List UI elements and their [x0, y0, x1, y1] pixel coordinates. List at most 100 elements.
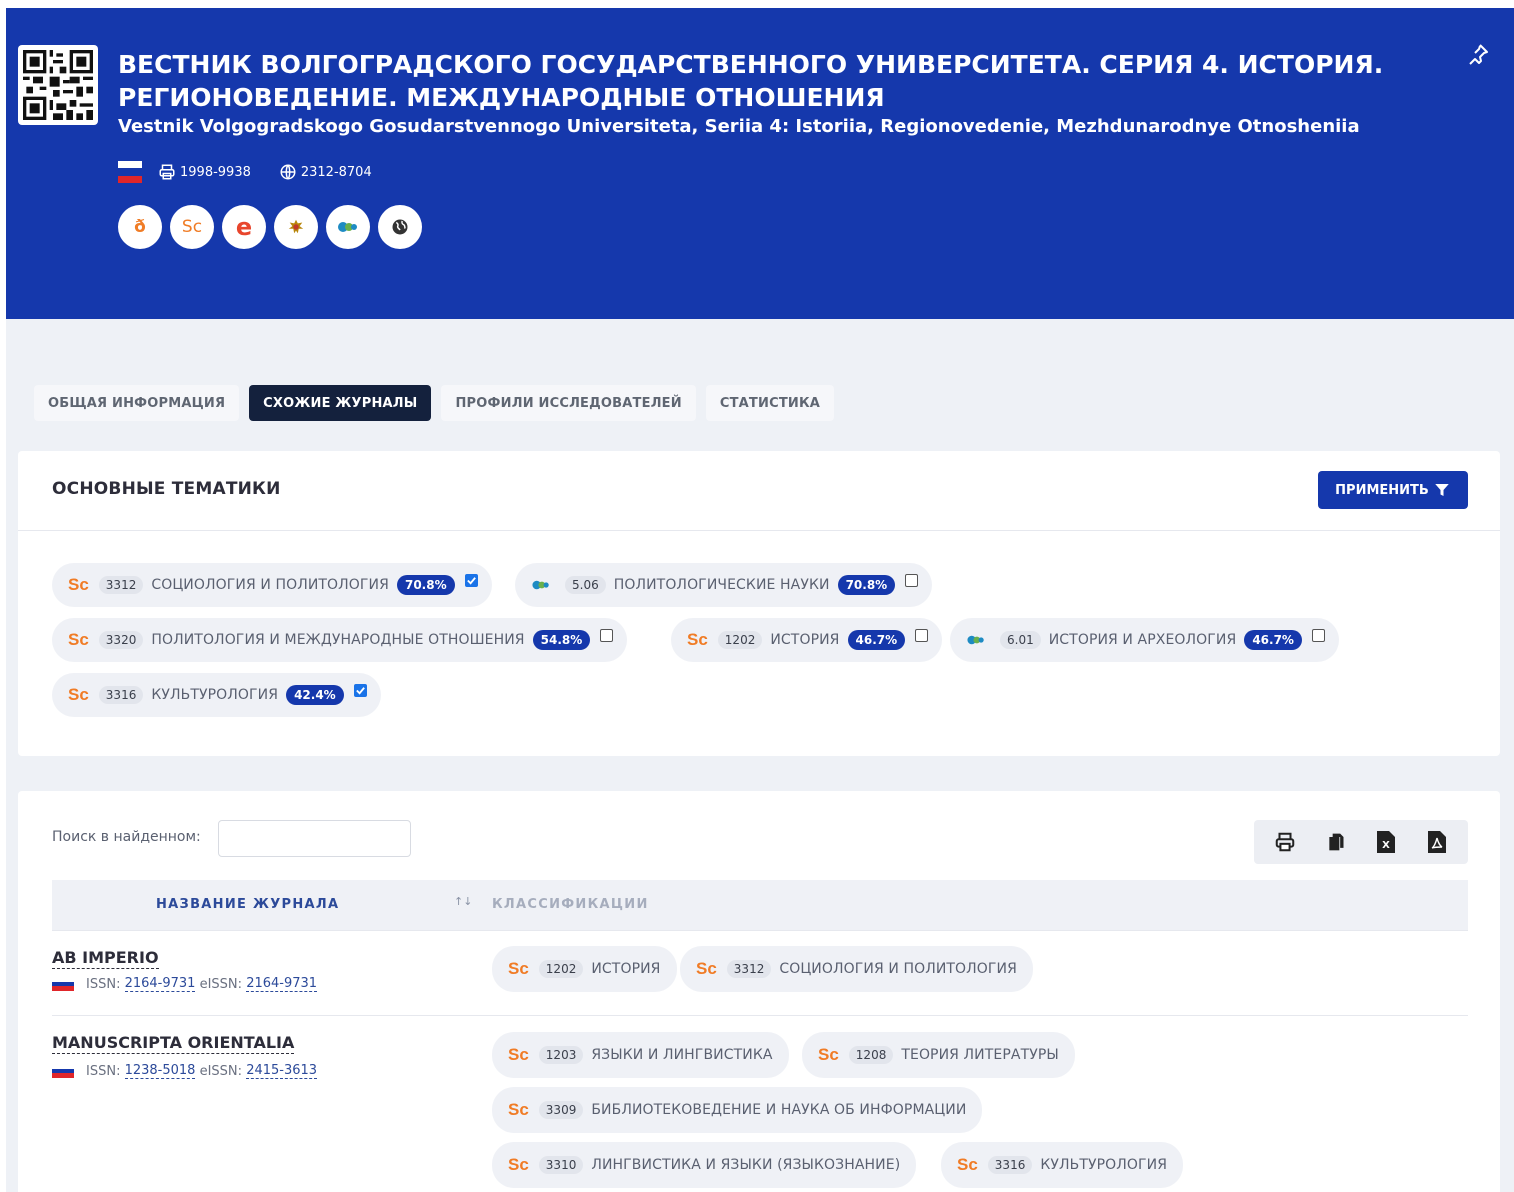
topic-chip: Sc 3316 КУЛЬТУРОЛОГИЯ 42.4%	[52, 673, 381, 717]
scopus-icon: Sc	[818, 1045, 839, 1064]
tab-similar-journals[interactable]: СХОЖИЕ ЖУРНАЛЫ	[249, 385, 432, 421]
topic-checkbox[interactable]	[600, 628, 614, 642]
globe-icon	[280, 164, 296, 180]
scopus-icon: Sc	[687, 630, 708, 649]
topic-checkbox[interactable]	[905, 573, 919, 587]
topic-code: 3320	[98, 631, 144, 649]
ras-icon[interactable]	[326, 205, 370, 249]
journal-issn: ISSN: 1238-5018 eISSN: 2415-3613	[52, 1063, 318, 1079]
classification-chip: Sc 3316 КУЛЬТУРОЛОГИЯ	[941, 1142, 1184, 1188]
issn-link[interactable]: 1238-5018	[124, 1063, 196, 1079]
classification-chip: Sc 1202 ИСТОРИЯ	[492, 946, 677, 992]
ras-icon	[966, 634, 986, 646]
column-header-classifications: КЛАССИФИКАЦИИ	[492, 897, 649, 912]
topic-code: 3312	[98, 576, 144, 594]
topic-checkbox[interactable]	[353, 683, 367, 697]
journal-issn: ISSN: 2164-9731 eISSN: 2164-9731	[52, 976, 318, 992]
journal-title: ВЕСТНИК ВОЛГОГРАДСКОГО ГОСУДАРСТВЕННОГО …	[118, 50, 1384, 112]
excel-export-button[interactable]: X	[1371, 827, 1401, 857]
journal-link[interactable]: MANUSCRIPTA ORIENTALIA	[52, 1033, 295, 1054]
scopus-icon: Sc	[68, 630, 89, 649]
tab-bar: ОБЩАЯ ИНФОРМАЦИЯ СХОЖИЕ ЖУРНАЛЫ ПРОФИЛИ …	[34, 385, 844, 421]
print-issn: 1998-9938	[158, 163, 251, 181]
online-issn-value: 2312-8704	[300, 164, 372, 180]
topic-percent: 46.7%	[847, 630, 906, 650]
eissn-link[interactable]: 2164-9731	[246, 976, 318, 992]
elibrary-icon[interactable]: e	[222, 205, 266, 249]
russia-flag-icon	[118, 161, 142, 183]
topic-chip: 6.01 ИСТОРИЯ И АРХЕОЛОГИЯ 46.7%	[950, 618, 1339, 662]
scopus-icon: Sc	[508, 1045, 529, 1064]
journal-link[interactable]: AB IMPERIO	[52, 948, 159, 969]
scopus-icon: Sc	[508, 959, 529, 978]
topic-label: ПОЛИТОЛОГИЯ И МЕЖДУНАРОДНЫЕ ОТНОШЕНИЯ	[151, 632, 525, 648]
scopus-icon: Sc	[696, 959, 717, 978]
journal-title-latin: Vestnik Volgogradskogo Gosudarstvennogo …	[118, 116, 1360, 137]
column-header-journal-name[interactable]: НАЗВАНИЕ ЖУРНАЛА	[156, 897, 339, 912]
classification-chip: Sc 3310 ЛИНГВИСТИКА И ЯЗЫКИ (ЯЗЫКОЗНАНИЕ…	[492, 1142, 917, 1188]
topic-chip: Sc 1202 ИСТОРИЯ 46.7%	[671, 618, 943, 662]
tab-general-info[interactable]: ОБЩАЯ ИНФОРМАЦИЯ	[34, 385, 240, 421]
scopus-icon: Sc	[508, 1100, 529, 1119]
topic-percent: 54.8%	[532, 630, 591, 650]
pdf-export-button[interactable]	[1422, 827, 1452, 857]
class-label: ИСТОРИЯ	[591, 961, 661, 977]
pin-icon[interactable]	[1466, 42, 1490, 66]
topic-code: 5.06	[565, 576, 606, 594]
main-topics-card: ОСНОВНЫЕ ТЕМАТИКИ ПРИМЕНИТЬ Sc 3312 СОЦИ…	[18, 451, 1500, 756]
journal-meta: 1998-9938 2312-8704	[118, 160, 372, 184]
main-topics-title: ОСНОВНЫЕ ТЕМАТИКИ	[52, 479, 281, 499]
copy-icon	[1329, 833, 1344, 851]
search-input[interactable]	[218, 820, 411, 857]
tab-statistics[interactable]: СТАТИСТИКА	[705, 385, 835, 421]
class-label: БИБЛИОТЕКОВЕДЕНИЕ И НАУКА ОБ ИНФОРМАЦИИ	[591, 1102, 967, 1118]
print-button[interactable]	[1270, 827, 1300, 857]
vak-emblem-icon[interactable]	[274, 205, 318, 249]
topic-label: ПОЛИТОЛОГИЧЕСКИЕ НАУКИ	[613, 577, 830, 593]
topic-label: ИСТОРИЯ И АРХЕОЛОГИЯ	[1048, 632, 1237, 648]
eissn-link[interactable]: 2415-3613	[246, 1063, 318, 1079]
class-code: 3312	[726, 960, 772, 978]
scopus-icon: Sc	[957, 1155, 978, 1174]
class-label: ТЕОРИЯ ЛИТЕРАТУРЫ	[901, 1047, 1059, 1063]
class-code: 3310	[538, 1156, 584, 1174]
tab-researcher-profiles[interactable]: ПРОФИЛИ ИССЛЕДОВАТЕЛЕЙ	[441, 385, 696, 421]
index-badges: ð Sc e	[118, 205, 430, 249]
journal-header: ВЕСТНИК ВОЛГОГРАДСКОГО ГОСУДАРСТВЕННОГО …	[6, 8, 1514, 319]
globe-icon[interactable]	[378, 205, 422, 249]
issn-link[interactable]: 2164-9731	[124, 976, 196, 992]
topic-checkbox[interactable]	[1311, 628, 1325, 642]
topic-code: 6.01	[1000, 631, 1041, 649]
class-code: 3316	[987, 1156, 1033, 1174]
topic-checkbox[interactable]	[464, 573, 478, 587]
apply-filter-button[interactable]: ПРИМЕНИТЬ	[1318, 471, 1468, 509]
topic-checkbox[interactable]	[915, 628, 929, 642]
scopus-icon[interactable]: Sc	[170, 205, 214, 249]
similar-journals-card: Поиск в найденном: X НАЗВАНИЕ ЖУРНАЛА ↑↓…	[18, 791, 1500, 1192]
topic-percent: 70.8%	[837, 575, 896, 595]
topic-chip: 5.06 ПОЛИТОЛОГИЧЕСКИЕ НАУКИ 70.8%	[515, 563, 933, 607]
topic-label: КУЛЬТУРОЛОГИЯ	[151, 687, 279, 703]
classification-chip: Sc 3309 БИБЛИОТЕКОВЕДЕНИЕ И НАУКА ОБ ИНФ…	[492, 1087, 983, 1133]
open-access-icon[interactable]: ð	[118, 205, 162, 249]
pdf-icon	[1427, 831, 1446, 853]
search-label: Поиск в найденном:	[52, 829, 201, 845]
class-label: СОЦИОЛОГИЯ И ПОЛИТОЛОГИЯ	[779, 961, 1017, 977]
copy-button[interactable]	[1321, 827, 1351, 857]
scopus-icon: Sc	[68, 575, 89, 594]
topic-code: 3316	[98, 686, 144, 704]
printer-icon	[1275, 832, 1295, 852]
class-label: КУЛЬТУРОЛОГИЯ	[1040, 1157, 1168, 1173]
excel-icon: X	[1377, 831, 1396, 853]
class-code: 1203	[538, 1046, 584, 1064]
class-label: ЯЗЫКИ И ЛИНГВИСТИКА	[591, 1047, 773, 1063]
divider	[52, 1015, 1468, 1016]
scopus-icon: Sc	[68, 685, 89, 704]
topic-label: ИСТОРИЯ	[770, 632, 840, 648]
printer-icon	[159, 164, 175, 180]
table-header: НАЗВАНИЕ ЖУРНАЛА ↑↓ КЛАССИФИКАЦИИ	[52, 880, 1468, 930]
qr-code-icon[interactable]	[18, 45, 98, 125]
topic-percent: 46.7%	[1244, 630, 1302, 650]
sort-icon[interactable]: ↑↓	[454, 895, 472, 908]
classification-chip: Sc 3312 СОЦИОЛОГИЯ И ПОЛИТОЛОГИЯ	[680, 946, 1033, 992]
